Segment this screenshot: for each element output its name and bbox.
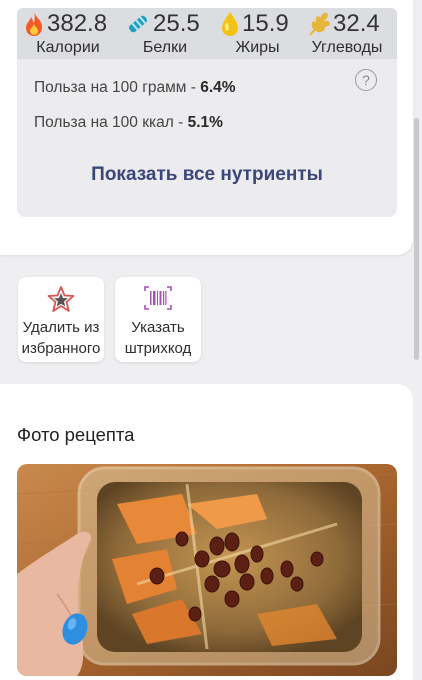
benefit-per-100g-value: 6.4% — [200, 79, 236, 96]
add-barcode-label: Указать штрихкод — [124, 319, 192, 357]
show-all-nutrients-button[interactable]: Показать все нутриенты — [17, 164, 397, 186]
benefit-per-100g: Польза на 100 грамм - 6.4% — [34, 79, 236, 97]
calories-value: 382.8 — [47, 10, 108, 37]
protein-stat: 25.5 Белки — [125, 8, 205, 59]
photo-section-title: Фото рецепта — [17, 424, 135, 445]
protein-icon — [128, 15, 148, 33]
recipe-photo-image — [17, 464, 397, 676]
carbs-value: 32.4 — [333, 10, 380, 37]
fat-drop-icon — [222, 12, 238, 36]
recipe-photo[interactable] — [17, 464, 397, 676]
nutrition-card: 382.8 Калории 25.5 Белки 15.9 Жиры 32.4 … — [0, 0, 413, 255]
add-barcode-button[interactable]: Указать штрихкод — [115, 277, 201, 362]
fat-label: Жиры — [235, 39, 280, 56]
star-icon — [47, 286, 75, 312]
carbs-label: Углеводы — [311, 39, 383, 56]
benefit-per-100kcal-label: Польза на 100 ккал - — [34, 114, 188, 131]
flame-icon — [26, 12, 42, 36]
help-icon[interactable]: ? — [355, 69, 377, 91]
recipe-photo-card: Фото рецепта — [0, 384, 413, 680]
scrollbar[interactable] — [414, 118, 419, 360]
carbs-stat: 32.4 Углеводы — [307, 8, 387, 59]
fat-stat: 15.9 Жиры — [220, 8, 295, 59]
benefit-per-100kcal: Польза на 100 ккал - 5.1% — [34, 114, 223, 132]
benefit-per-100g-label: Польза на 100 грамм - — [34, 79, 201, 96]
remove-favorite-label: Удалить из избранного — [21, 319, 101, 357]
remove-favorite-button[interactable]: Удалить из избранного — [18, 277, 104, 362]
barcode-icon — [144, 286, 172, 310]
protein-value: 25.5 — [153, 10, 200, 37]
protein-label: Белки — [142, 39, 188, 56]
calories-label: Калории — [36, 39, 100, 56]
wheat-icon — [309, 12, 330, 36]
benefit-per-100kcal-value: 5.1% — [187, 114, 223, 131]
macros-bar: 382.8 Калории 25.5 Белки 15.9 Жиры 32.4 … — [17, 8, 397, 59]
fat-value: 15.9 — [242, 10, 289, 37]
calories-stat: 382.8 Калории — [23, 8, 113, 59]
benefit-panel: Польза на 100 грамм - 6.4% ? Польза на 1… — [17, 59, 397, 217]
